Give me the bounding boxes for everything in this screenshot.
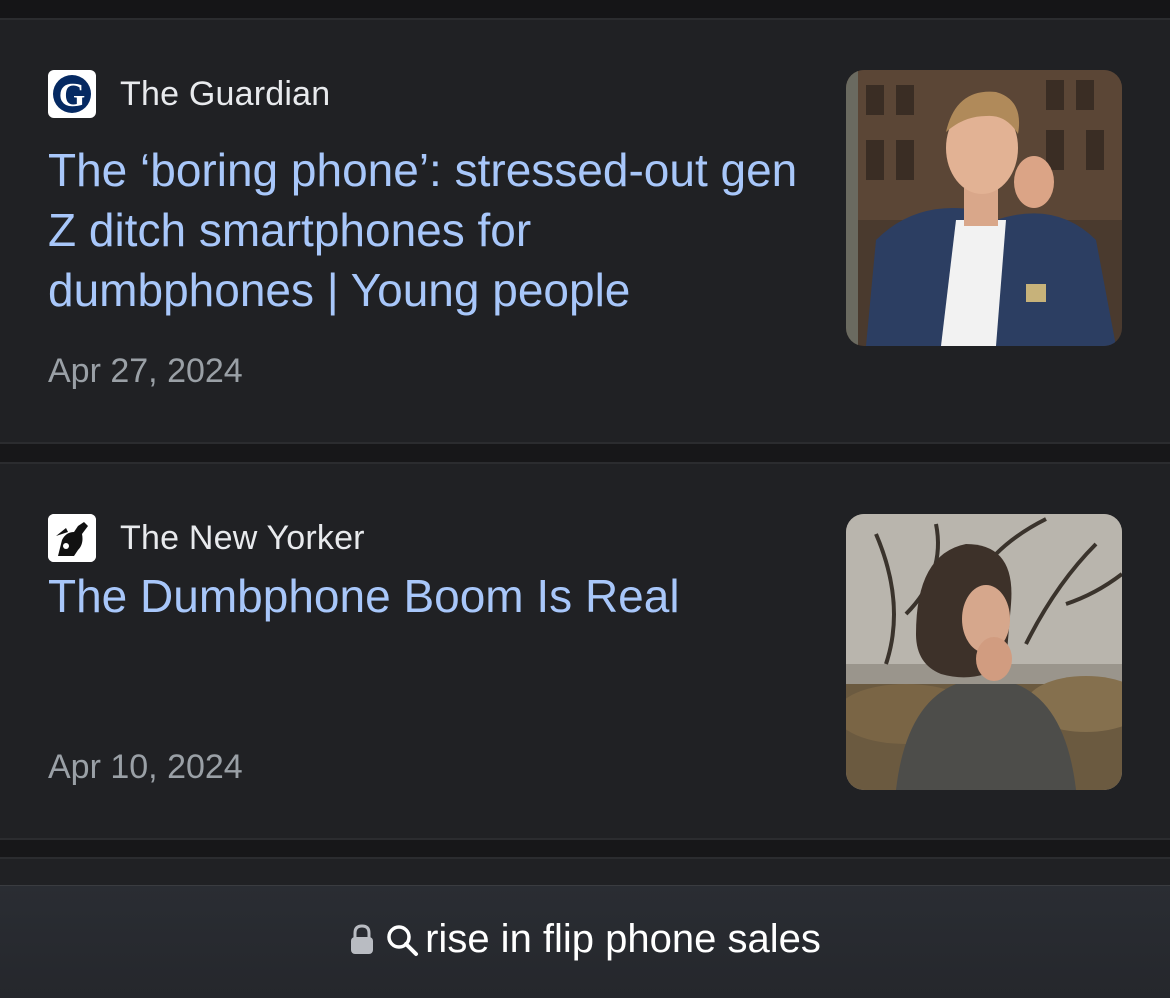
new-yorker-logo-icon (48, 514, 96, 562)
guardian-logo-icon: G (48, 70, 96, 118)
result-thumbnail[interactable] (846, 70, 1122, 346)
address-bar[interactable]: rise in flip phone sales (0, 885, 1170, 998)
svg-text:G: G (59, 77, 85, 114)
result-thumbnail[interactable] (846, 514, 1122, 790)
result-headline-link[interactable]: The ‘boring phone’: stressed-out gen Z d… (48, 140, 808, 320)
result-date: Apr 27, 2024 (48, 352, 243, 390)
result-headline-link[interactable]: The Dumbphone Boom Is Real (48, 566, 808, 626)
source-row: The New Yorker (48, 514, 365, 562)
source-row: G The Guardian (48, 70, 330, 118)
news-result-card[interactable]: The New Yorker The Dumbphone Boom Is Rea… (0, 462, 1170, 840)
address-bar-text[interactable]: rise in flip phone sales (425, 917, 821, 962)
news-result-card[interactable]: G The Guardian The ‘boring phone’: stres… (0, 18, 1170, 444)
search-results-page: G The Guardian The ‘boring phone’: stres… (0, 0, 1170, 998)
top-divider (0, 0, 1170, 18)
source-name: The New Yorker (120, 518, 365, 557)
address-bar-content[interactable]: rise in flip phone sales (349, 917, 821, 962)
result-date: Apr 10, 2024 (48, 748, 243, 786)
source-name: The Guardian (120, 74, 331, 113)
lock-icon (349, 923, 375, 956)
search-icon (385, 923, 419, 957)
news-result-card[interactable] (0, 857, 1170, 887)
